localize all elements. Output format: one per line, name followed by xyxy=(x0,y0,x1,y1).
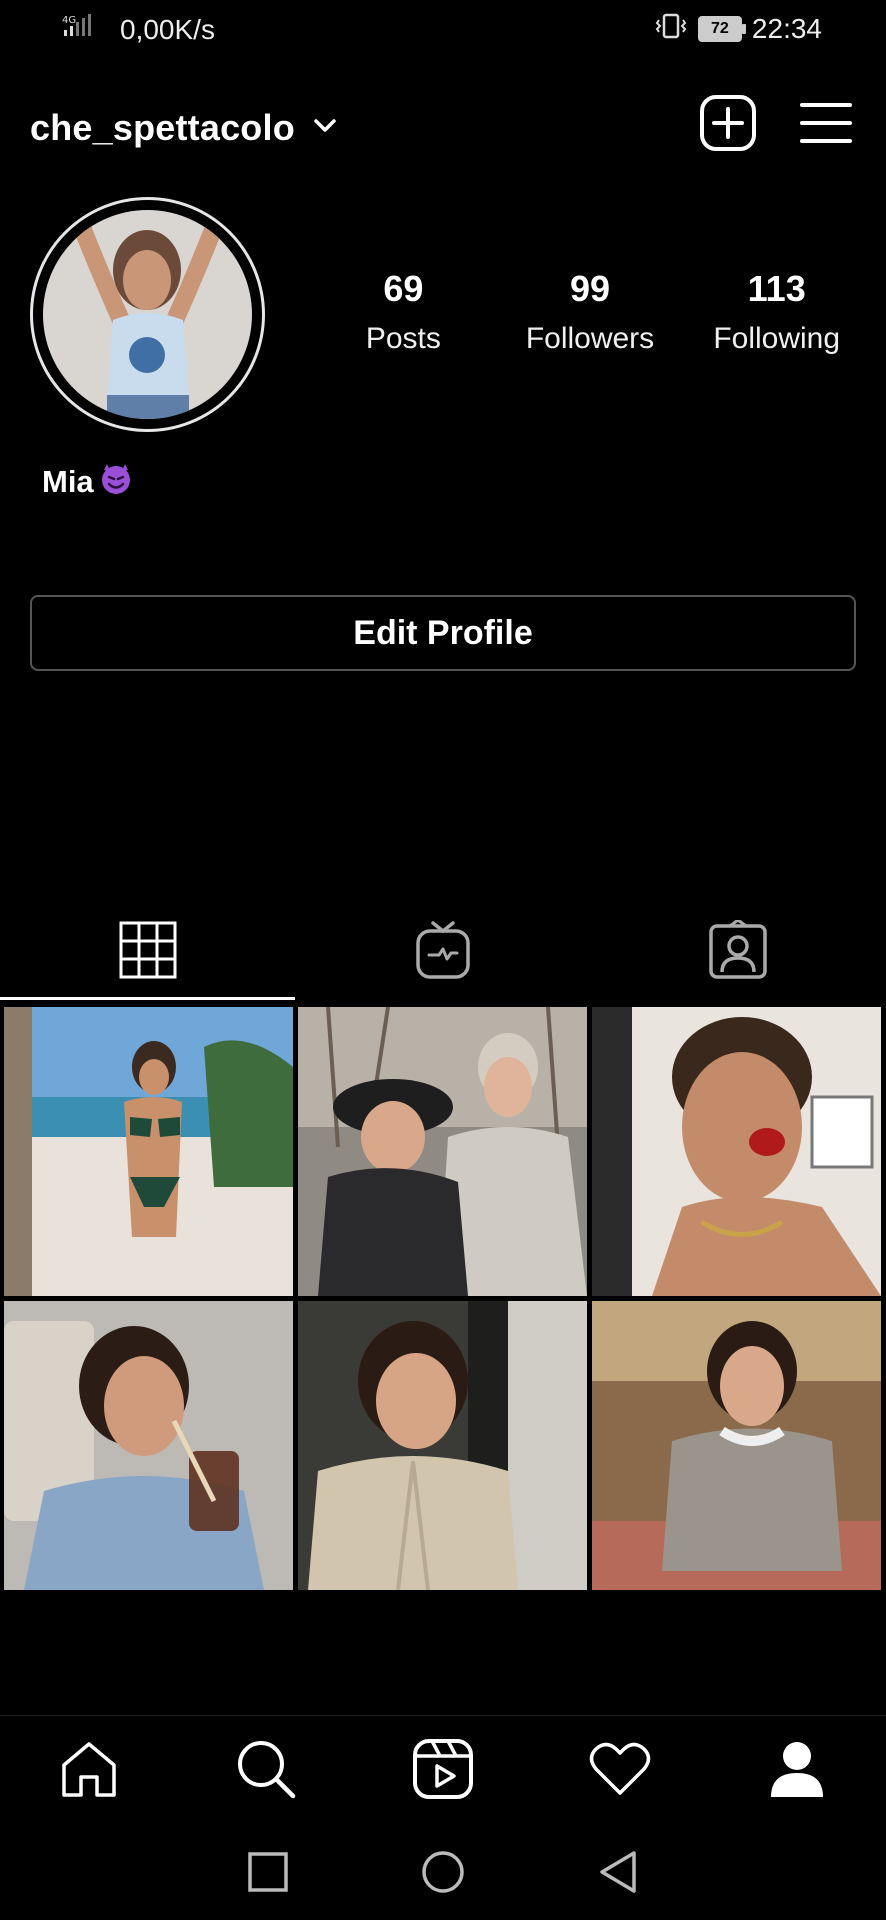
clock: 22:34 xyxy=(751,12,822,44)
stat-label: Following xyxy=(713,322,841,355)
post-thumbnail-5[interactable] xyxy=(298,1301,587,1590)
svg-text:4G: 4G xyxy=(62,15,76,26)
network-speed: 0,00K/s xyxy=(120,13,215,45)
stat-label: Followers xyxy=(525,322,655,355)
menu-button[interactable] xyxy=(796,95,856,155)
nav-home[interactable] xyxy=(44,1726,134,1816)
recent-apps-button[interactable] xyxy=(246,1850,290,1899)
post-thumbnail-1[interactable] xyxy=(4,1007,293,1296)
battery-icon: 72 xyxy=(697,15,746,42)
profile-tabs xyxy=(0,905,886,1000)
vibrate-icon xyxy=(654,12,688,45)
create-post-button[interactable] xyxy=(698,94,758,157)
post-thumbnail-4[interactable] xyxy=(4,1301,293,1590)
followers-count[interactable]: 99 Followers xyxy=(497,268,684,356)
profile-header: che_spettacolo xyxy=(0,94,886,165)
stat-value: 69 xyxy=(383,268,424,309)
profile-icon xyxy=(767,1739,827,1804)
igtv-icon xyxy=(415,919,471,986)
bottom-navigation xyxy=(0,1715,886,1826)
nav-search[interactable] xyxy=(221,1726,311,1816)
tagged-person-icon xyxy=(708,918,768,985)
avatar-ring[interactable] xyxy=(30,197,265,432)
signal-icon: 4G xyxy=(62,12,106,47)
tab-igtv[interactable] xyxy=(295,905,590,1000)
devil-emoji-icon xyxy=(98,460,134,504)
chevron-down-icon xyxy=(313,118,337,139)
nav-profile[interactable] xyxy=(752,1726,842,1816)
stat-label: Posts xyxy=(365,322,441,355)
account-switcher[interactable]: che_spettacolo xyxy=(30,107,337,149)
grid-icon xyxy=(119,921,177,984)
full-name: Mia xyxy=(42,464,94,499)
posts-count[interactable]: 69 Posts xyxy=(310,268,497,356)
reels-icon xyxy=(412,1738,474,1805)
post-thumbnail-6[interactable] xyxy=(592,1301,881,1590)
status-bar: 4G 0,00K/s 72 22:34 xyxy=(0,0,886,60)
tab-posts-grid[interactable] xyxy=(0,905,296,1000)
full-name-row: Mia xyxy=(42,460,134,504)
nav-activity[interactable] xyxy=(575,1726,665,1816)
following-count[interactable]: 113 Following xyxy=(683,268,870,356)
username: che_spettacolo xyxy=(30,107,295,148)
post-thumbnail-3[interactable] xyxy=(592,1007,881,1296)
stat-value: 99 xyxy=(569,268,611,309)
profile-stats: 69 Posts 99 Followers 113 Following xyxy=(310,268,870,356)
nav-reels[interactable] xyxy=(398,1726,488,1816)
hamburger-menu-icon xyxy=(800,101,852,150)
search-icon xyxy=(235,1738,297,1805)
heart-icon xyxy=(589,1741,651,1802)
avatar xyxy=(43,210,252,419)
system-navigation xyxy=(0,1828,886,1920)
home-button[interactable] xyxy=(420,1849,466,1900)
back-button[interactable] xyxy=(596,1849,640,1900)
home-icon xyxy=(59,1739,119,1804)
edit-profile-button[interactable]: Edit Profile xyxy=(30,595,856,671)
tab-tagged[interactable] xyxy=(591,905,886,1000)
plus-square-icon xyxy=(699,94,757,157)
posts-grid xyxy=(4,1007,884,1590)
post-thumbnail-2[interactable] xyxy=(298,1007,587,1296)
stat-value: 113 xyxy=(747,268,806,309)
